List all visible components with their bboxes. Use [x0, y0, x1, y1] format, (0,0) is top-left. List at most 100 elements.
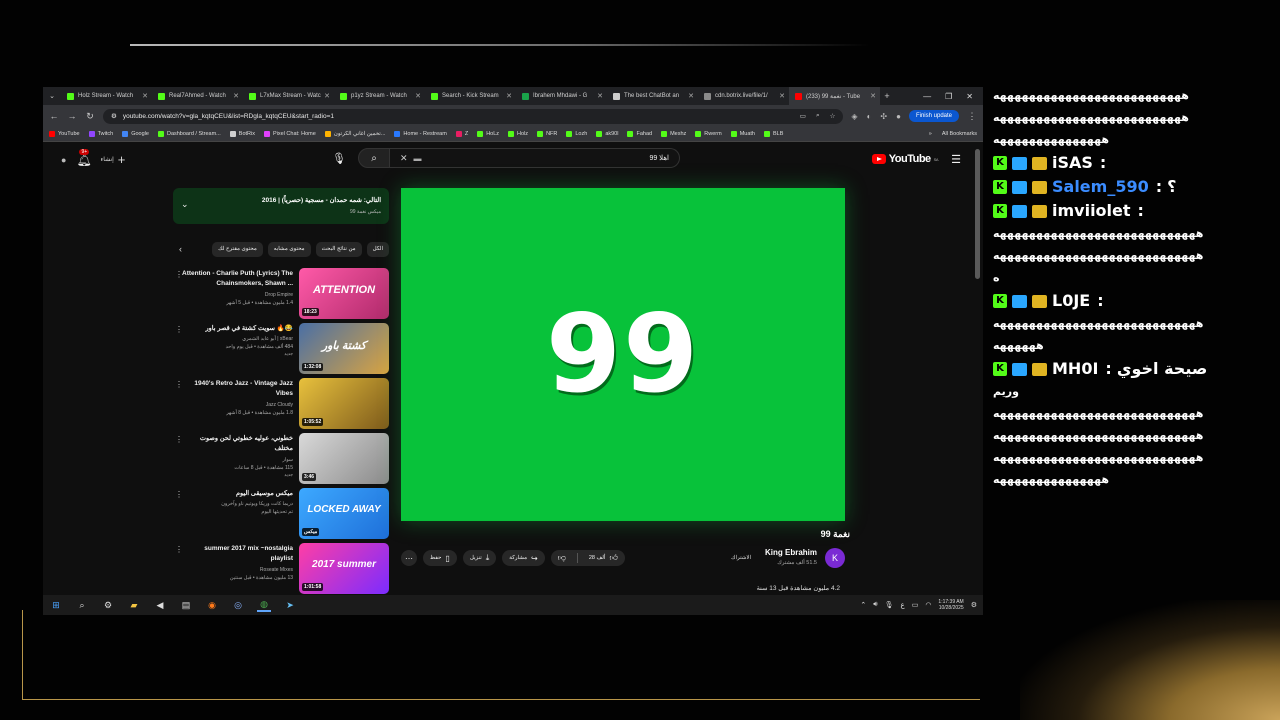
recommendation-item[interactable]: LOCKED AWAY ميكس ميكس موسيقى اليوم دريما كا… — [173, 488, 389, 543]
more-vert-icon[interactable]: ⋮ — [175, 435, 183, 444]
bookmark-item[interactable]: Muath — [730, 131, 755, 137]
wifi-icon[interactable]: ◠ — [925, 601, 931, 609]
tab-close-icon[interactable]: ✕ — [324, 92, 330, 100]
url-field[interactable]: ⚙ youtube.com/watch?v=gla_kqtqCEU&list=R… — [103, 108, 844, 124]
extension-icon[interactable]: ◐ — [867, 112, 872, 121]
browser-tab[interactable]: Holz Stream - Watch ✕ — [61, 87, 152, 105]
create-button[interactable]: إنشاء + — [100, 152, 125, 167]
search-input[interactable]: ✕ ▬ اهلا 99 — [390, 148, 680, 168]
tab-search-icon[interactable]: ⌄ — [43, 92, 61, 100]
share-button[interactable]: مشاركة ↪ — [502, 550, 545, 566]
like-button[interactable]: 28 ألف 👍︎ — [582, 550, 625, 566]
profile-icon[interactable]: ● — [896, 112, 901, 121]
install-icon[interactable]: ▭ — [800, 112, 806, 120]
bookmark-item[interactable]: Dashboard / Stream... — [157, 131, 221, 137]
speaker-icon[interactable]: 🔊︎ — [873, 601, 877, 609]
tab-close-icon[interactable]: ✕ — [142, 92, 148, 100]
video-thumbnail[interactable]: 3:46 — [299, 433, 389, 484]
video-thumbnail[interactable]: ATTENTION 18:23 — [299, 268, 389, 319]
bookmark-item[interactable]: BLB — [764, 131, 783, 137]
chat-username[interactable]: imviiolet — [1052, 199, 1131, 223]
more-actions-button[interactable]: ⋯ — [401, 550, 417, 566]
taskbar-search-icon[interactable]: ⌕ — [75, 600, 89, 611]
bookmark-item[interactable]: Twitch — [88, 131, 113, 137]
bookmark-item[interactable]: Home - Restream — [394, 131, 447, 137]
bookmark-item[interactable]: Z — [455, 131, 468, 137]
browser-tab[interactable]: نغمة 99 (233) - Tube ✕ — [789, 87, 880, 105]
subscribe-button[interactable]: الاشتراك — [723, 550, 759, 566]
recommendation-item[interactable]: ATTENTION 18:23 Attention - Charlie Puth (… — [173, 268, 389, 323]
tab-close-icon[interactable]: ✕ — [779, 92, 785, 100]
filter-chip[interactable]: محتوى مشابه — [267, 241, 311, 257]
more-vert-icon[interactable]: ⋮ — [175, 490, 183, 499]
tab-close-icon[interactable]: ✕ — [233, 92, 239, 100]
app-icon[interactable]: ◀ — [153, 600, 167, 611]
channel-avatar[interactable]: K — [825, 548, 845, 568]
guide-menu-icon[interactable]: ☰ — [951, 153, 961, 166]
youtube-logo[interactable]: YouTube SA — [871, 153, 939, 165]
search-button[interactable]: ⌕ — [358, 148, 390, 168]
recommendation-item[interactable]: كشتة باور 1:32:08 سويت كشتة في قصر باور 🔥😂… — [173, 323, 389, 378]
bookmark-item[interactable]: Fahad — [627, 131, 652, 137]
bookmark-item[interactable]: YouTube — [49, 131, 80, 137]
close-window-icon[interactable]: ✕ — [966, 92, 973, 101]
finish-update-button[interactable]: Finish update — [908, 110, 959, 122]
mic-tray-icon[interactable]: 🎙︎ — [885, 601, 894, 609]
chat-username[interactable]: Salem_590 — [1052, 175, 1149, 199]
all-bookmarks[interactable]: All Bookmarks — [942, 131, 977, 137]
star-icon[interactable]: ☆ — [830, 112, 836, 120]
bookmark-item[interactable]: Lozh — [566, 131, 587, 137]
bookmark-item[interactable]: Holz — [508, 131, 528, 137]
browser-tab[interactable]: L7xMax Stream - Watc ✕ — [243, 87, 334, 105]
dislike-button[interactable]: 👎︎ — [551, 550, 573, 566]
clear-search-icon[interactable]: ✕ — [400, 153, 408, 164]
reload-icon[interactable]: ↻ — [85, 111, 95, 122]
channel-name[interactable]: King Ebrahim — [765, 548, 817, 557]
firefox-icon[interactable]: ◉ — [205, 600, 219, 611]
chevron-down-icon[interactable]: ⌄ — [181, 199, 189, 210]
keyboard-icon[interactable]: ▬ — [414, 154, 422, 163]
new-tab-button[interactable]: + — [880, 91, 894, 101]
bookmark-item[interactable]: HoLz — [477, 131, 499, 137]
browser-tab[interactable]: cdn.botrix.live/file/1/ ✕ — [698, 87, 789, 105]
bookmark-item[interactable]: Google — [122, 131, 149, 137]
tab-close-icon[interactable]: ✕ — [415, 92, 421, 100]
minimize-icon[interactable]: — — [923, 92, 931, 101]
video-player[interactable]: 99 — [401, 188, 845, 521]
more-vert-icon[interactable]: ⋮ — [175, 545, 183, 554]
playlist-header[interactable]: ⌄ التالي: شمه حمدان - مسجية (حصرياً) | 2… — [173, 188, 389, 224]
recommendation-item[interactable]: 3:46 خطوني، عوليه خطوتي لحن وصوت مختلف سوا… — [173, 433, 389, 488]
chat-username[interactable]: MH0I — [1052, 357, 1098, 381]
tray-chevron-icon[interactable]: ⌃ — [860, 601, 866, 609]
site-info-icon[interactable]: ⚙ — [111, 112, 117, 120]
chat-username[interactable]: iSAS — [1052, 151, 1093, 175]
bookmark-item[interactable]: Rwerm — [695, 131, 722, 137]
download-button[interactable]: تنزيل ⤓ — [462, 550, 497, 566]
browser-tab[interactable]: Ibrahem Mhdawi - G ✕ — [516, 87, 607, 105]
browser-tab[interactable]: Real7Ahmed - Watch ✕ — [152, 87, 243, 105]
tab-close-icon[interactable]: ✕ — [688, 92, 694, 100]
more-vert-icon[interactable]: ⋮ — [175, 270, 183, 279]
recommendation-item[interactable]: 1:05:52 1940's Retro Jazz - Vintage Jazz … — [173, 378, 389, 433]
filter-chip[interactable]: من نتائج البحث — [315, 241, 362, 257]
voice-search-icon[interactable]: 🎙︎ — [332, 152, 346, 165]
clock[interactable]: 1:17:39 AM 10/28/2025 — [938, 599, 963, 612]
video-thumbnail[interactable]: 2017 summer 1:01:58 — [299, 543, 389, 594]
video-thumbnail[interactable]: LOCKED AWAY ميكس — [299, 488, 389, 539]
app-icon[interactable]: ▤ — [179, 600, 193, 611]
more-vert-icon[interactable]: ⋮ — [175, 380, 183, 389]
puzzle-icon[interactable]: ✣ — [880, 112, 887, 121]
video-thumbnail[interactable]: 1:05:52 — [299, 378, 389, 429]
bookmark-item[interactable]: Meshz — [661, 131, 686, 137]
bookmark-item[interactable]: ak90l — [596, 131, 618, 137]
chat-username[interactable]: L0JE — [1052, 289, 1090, 313]
forward-icon[interactable]: → — [67, 111, 77, 121]
zoom-icon[interactable]: ⌕ — [816, 112, 820, 120]
browser-tab[interactable]: p1yz Stream - Watch ✕ — [334, 87, 425, 105]
browser-tab[interactable]: Search - Kick Stream ✕ — [425, 87, 516, 105]
tab-close-icon[interactable]: ✕ — [506, 92, 512, 100]
bookmark-item[interactable]: BotRix — [229, 131, 255, 137]
more-vert-icon[interactable]: ⋮ — [175, 325, 183, 334]
back-icon[interactable]: ← — [49, 111, 59, 121]
tab-close-icon[interactable]: ✕ — [597, 92, 603, 100]
